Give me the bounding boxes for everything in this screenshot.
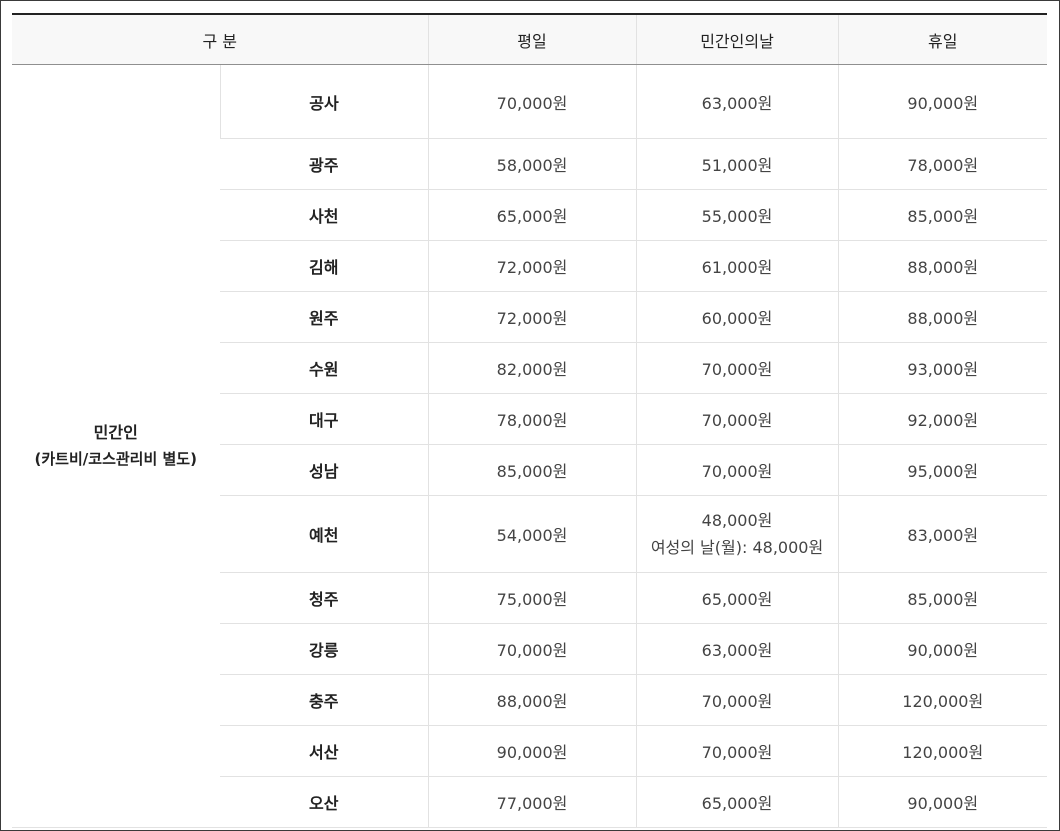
region-cell: 오산 [220, 776, 428, 828]
weekday-price: 77,000원 [427, 776, 636, 828]
holiday-price: 90,000원 [837, 776, 1047, 828]
table-row: 민간인 (카트비/코스관리비 별도) 공사 70,000원 63,000원 90,000원 [12, 64, 1047, 828]
region-cell: 사천 [220, 189, 428, 241]
civil-day-price: 70,000원 [635, 444, 838, 496]
holiday-price: 83,000원 [837, 495, 1047, 573]
table-body: 민간인 (카트비/코스관리비 별도) 공사 70,000원 63,000원 90,000원… [12, 64, 1047, 828]
region-cell: 원주 [220, 291, 428, 343]
weekday-price: 82,000원 [427, 342, 636, 394]
weekday-price: 85,000원 [427, 444, 636, 496]
region-cell: 성남 [220, 444, 428, 496]
header-group: 구 분 [12, 14, 428, 65]
category-cell: 민간인 (카트비/코스관리비 별도) [12, 64, 220, 828]
holiday-price: 88,000원 [837, 240, 1047, 292]
weekday-price: 54,000원 [427, 495, 636, 573]
region-cell: 청주 [220, 572, 428, 624]
civil-day-price: 48,000원 [701, 511, 773, 530]
region-cell: 김해 [220, 240, 428, 292]
civil-day-price: 65,000원 [635, 776, 838, 828]
weekday-price: 58,000원 [427, 138, 636, 190]
weekday-price: 88,000원 [427, 674, 636, 726]
holiday-price: 120,000원 [837, 725, 1047, 777]
holiday-price: 88,000원 [837, 291, 1047, 343]
weekday-price: 70,000원 [427, 623, 636, 675]
civil-day-price: 63,000원 [635, 64, 838, 139]
region-cell: 공사 [219, 64, 428, 139]
holiday-price: 93,000원 [837, 342, 1047, 394]
region-cell: 대구 [220, 393, 428, 445]
civil-day-price: 61,000원 [635, 240, 838, 292]
category-title: 민간인 [93, 423, 138, 442]
green-fee-table: 구 분 평일 민간인의날 휴일 민간인 (카트비/코스관리비 별도) 공사 70,00… [12, 13, 1047, 828]
civil-day-price: 60,000원 [635, 291, 838, 343]
header-civil-day: 민간인의날 [635, 14, 838, 65]
holiday-price: 78,000원 [837, 138, 1047, 190]
region-cell: 예천 [220, 495, 428, 573]
holiday-price: 85,000원 [837, 572, 1047, 624]
civil-day-price: 70,000원 [635, 725, 838, 777]
holiday-price: 92,000원 [837, 393, 1047, 445]
weekday-price: 75,000원 [427, 572, 636, 624]
holiday-price: 95,000원 [837, 444, 1047, 496]
region-cell: 수원 [220, 342, 428, 394]
civil-day-price: 70,000원 [635, 393, 838, 445]
civil-day-price: 70,000원 [635, 674, 838, 726]
holiday-price: 85,000원 [837, 189, 1047, 241]
page-frame: 구 분 평일 민간인의날 휴일 민간인 (카트비/코스관리비 별도) 공사 70,00… [0, 0, 1060, 831]
civil-day-price: 63,000원 [635, 623, 838, 675]
table-header-row: 구 분 평일 민간인의날 휴일 [12, 14, 1047, 65]
weekday-price: 78,000원 [427, 393, 636, 445]
holiday-price: 90,000원 [837, 64, 1047, 139]
weekday-price: 90,000원 [427, 725, 636, 777]
weekday-price: 72,000원 [427, 291, 636, 343]
region-cell: 서산 [220, 725, 428, 777]
civil-day-price-cell: 48,000원여성의 날(월): 48,000원 [635, 495, 838, 573]
region-cell: 광주 [220, 138, 428, 190]
civil-day-price: 55,000원 [635, 189, 838, 241]
category-subtitle: (카트비/코스관리비 별도) [34, 450, 197, 468]
civil-day-note: 여성의 날(월): 48,000원 [650, 538, 824, 557]
holiday-price: 90,000원 [837, 623, 1047, 675]
region-cell: 충주 [220, 674, 428, 726]
weekday-price: 65,000원 [427, 189, 636, 241]
header-weekday: 평일 [427, 14, 636, 65]
civil-day-price: 51,000원 [635, 138, 838, 190]
civil-day-price: 65,000원 [635, 572, 838, 624]
region-cell: 강릉 [220, 623, 428, 675]
holiday-price: 120,000원 [837, 674, 1047, 726]
header-holiday: 휴일 [837, 14, 1047, 65]
weekday-price: 72,000원 [427, 240, 636, 292]
weekday-price: 70,000원 [427, 64, 636, 139]
civil-day-price: 70,000원 [635, 342, 838, 394]
